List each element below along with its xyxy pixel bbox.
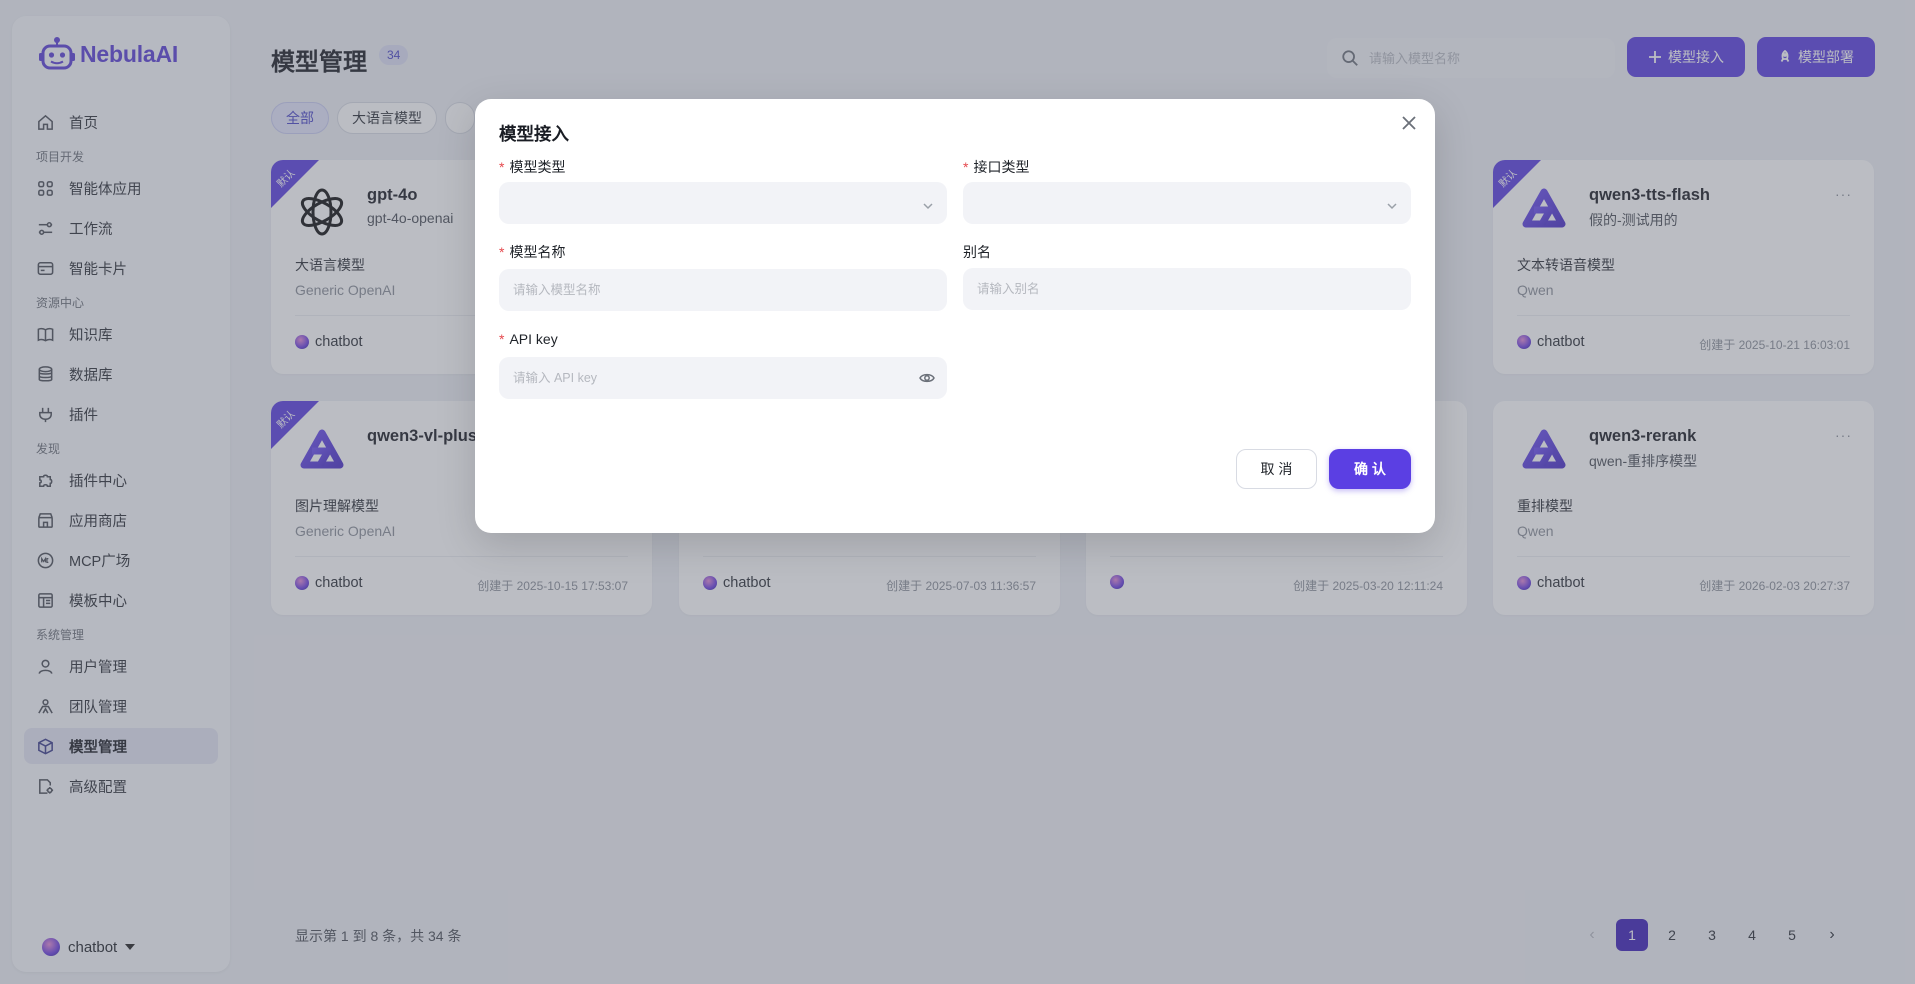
chevron-down-icon: [923, 198, 933, 210]
model-access-dialog: 模型接入 *模型类型 *接口类型 *模型名称 别名 *API key 取 消 确…: [475, 99, 1435, 533]
alias-input[interactable]: [963, 268, 1411, 310]
model-name-field[interactable]: [499, 269, 947, 311]
model-type-label: * 模型类型: [499, 157, 565, 177]
api-key-label: * API key: [499, 331, 558, 347]
required-mark: *: [499, 244, 505, 260]
api-key-field[interactable]: [499, 357, 947, 399]
api-key-label-text: API key: [509, 331, 558, 347]
alias-label: 别名: [963, 244, 991, 260]
model-name-label: * 模型名称: [499, 242, 565, 262]
eye-icon[interactable]: [919, 370, 935, 391]
api-key-input[interactable]: [499, 357, 947, 399]
model-name-input[interactable]: [499, 269, 947, 311]
required-mark: *: [499, 159, 505, 175]
close-button[interactable]: [1401, 115, 1421, 135]
interface-type-label: * 接口类型: [963, 157, 1029, 177]
required-mark: *: [499, 331, 505, 347]
cancel-button[interactable]: 取 消: [1236, 449, 1317, 489]
model-type-select[interactable]: [499, 182, 947, 224]
dialog-title: 模型接入: [499, 124, 569, 144]
alias-field[interactable]: [963, 268, 1411, 310]
required-mark: *: [963, 159, 969, 175]
chevron-down-icon: [1387, 198, 1397, 210]
close-icon: [1402, 116, 1416, 130]
confirm-button[interactable]: 确 认: [1329, 449, 1411, 489]
interface-type-label-text: 接口类型: [973, 159, 1030, 175]
model-name-label-text: 模型名称: [509, 244, 566, 260]
interface-type-select[interactable]: [963, 182, 1411, 224]
model-type-label-text: 模型类型: [509, 159, 566, 175]
